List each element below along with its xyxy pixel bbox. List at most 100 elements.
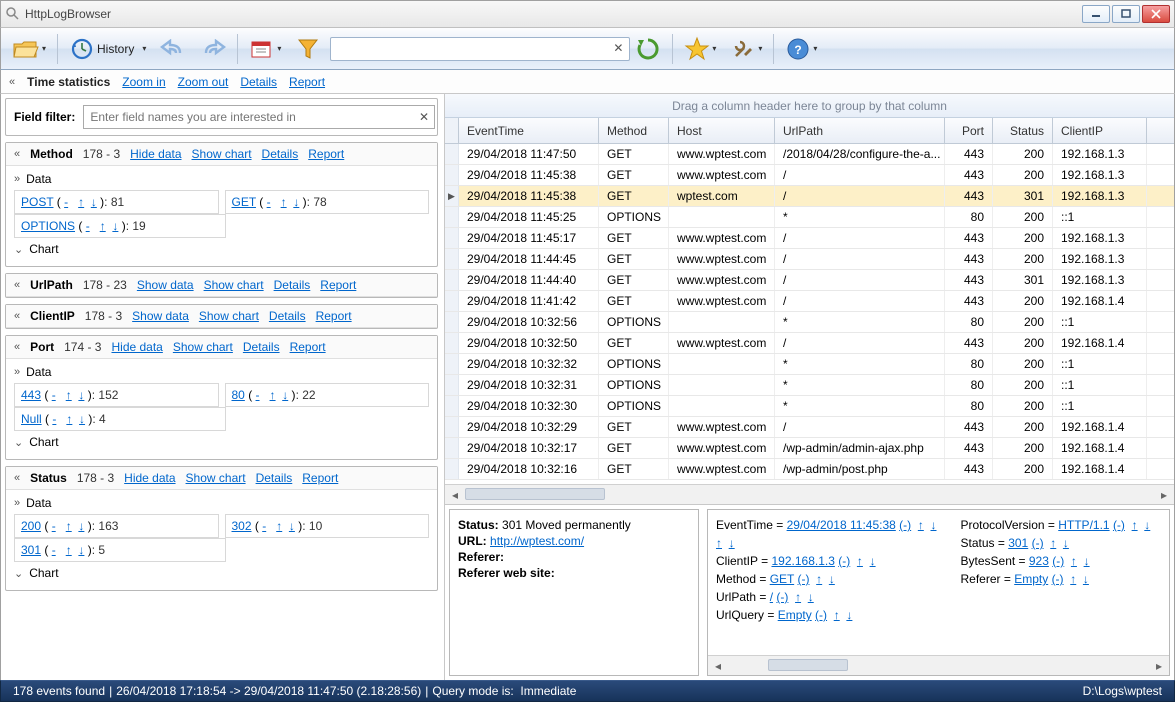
value-link[interactable]: 80 xyxy=(232,388,245,402)
table-row[interactable]: ▶ 29/04/2018 11:45:38 GET wptest.com / 4… xyxy=(445,186,1174,207)
table-row[interactable]: 29/04/2018 10:32:30 OPTIONS * 80 200 ::1 xyxy=(445,396,1174,417)
table-row[interactable]: 29/04/2018 11:41:42 GET www.wptest.com /… xyxy=(445,291,1174,312)
col-clientip[interactable]: ClientIP xyxy=(1053,118,1147,143)
table-row[interactable]: 29/04/2018 10:32:31 OPTIONS * 80 200 ::1 xyxy=(445,375,1174,396)
scroll-right-icon[interactable]: ▸ xyxy=(1156,487,1172,503)
minimize-button[interactable] xyxy=(1082,5,1110,23)
value-link[interactable]: 200 xyxy=(21,519,41,533)
collapse-icon[interactable]: « xyxy=(14,148,20,160)
table-row[interactable]: 29/04/2018 10:32:16 GET www.wptest.com /… xyxy=(445,459,1174,480)
cat-urlpath-details-link[interactable]: Details xyxy=(274,278,311,292)
open-button[interactable]: ▾ xyxy=(7,32,51,66)
redo-button[interactable] xyxy=(195,32,231,66)
expand-icon[interactable]: » xyxy=(14,366,20,378)
group-by-header[interactable]: Drag a column header here to group by th… xyxy=(445,94,1174,118)
close-button[interactable] xyxy=(1142,5,1170,23)
filter-button[interactable] xyxy=(290,32,326,66)
collapse-icon[interactable]: « xyxy=(14,341,20,353)
table-row[interactable]: 29/04/2018 10:32:50 GET www.wptest.com /… xyxy=(445,333,1174,354)
grid-hscroll[interactable]: ◂ ▸ xyxy=(445,484,1174,504)
zoom-out-link[interactable]: Zoom out xyxy=(178,75,229,89)
table-row[interactable]: 29/04/2018 11:45:17 GET www.wptest.com /… xyxy=(445,228,1174,249)
collapse-icon[interactable]: « xyxy=(9,76,15,88)
col-port[interactable]: Port xyxy=(945,118,993,143)
field-filter-input[interactable] xyxy=(83,105,435,129)
value-link[interactable]: 301 xyxy=(21,543,41,557)
col-eventtime[interactable]: EventTime xyxy=(459,118,599,143)
grid-body[interactable]: 29/04/2018 11:47:50 GET www.wptest.com /… xyxy=(445,144,1174,484)
cat-status-chart-link[interactable]: Show chart xyxy=(186,471,246,485)
cat-port-data-link[interactable]: Hide data xyxy=(111,340,162,354)
table-row[interactable]: 29/04/2018 11:44:40 GET www.wptest.com /… xyxy=(445,270,1174,291)
cat-clientip-report-link[interactable]: Report xyxy=(316,309,352,323)
detail-hscroll[interactable]: ◂ ▸ xyxy=(708,655,1169,675)
scroll-thumb[interactable] xyxy=(768,659,848,671)
table-row[interactable]: 29/04/2018 11:45:38 GET www.wptest.com /… xyxy=(445,165,1174,186)
report-link[interactable]: Report xyxy=(289,75,325,89)
detail-value-link[interactable]: HTTP/1.1 xyxy=(1058,518,1109,532)
undo-button[interactable] xyxy=(155,32,191,66)
cat-urlpath-report-link[interactable]: Report xyxy=(320,278,356,292)
value-link[interactable]: 443 xyxy=(21,388,41,402)
search-input[interactable] xyxy=(330,37,630,61)
value-link[interactable]: OPTIONS xyxy=(21,219,75,233)
value-link[interactable]: POST xyxy=(21,195,53,209)
cat-status-details-link[interactable]: Details xyxy=(256,471,293,485)
detail-value-link[interactable]: 301 xyxy=(1008,536,1028,550)
collapse-icon[interactable]: « xyxy=(14,472,20,484)
cat-method-data-link[interactable]: Hide data xyxy=(130,147,181,161)
col-urlpath[interactable]: UrlPath xyxy=(775,118,945,143)
col-status[interactable]: Status xyxy=(993,118,1053,143)
col-host[interactable]: Host xyxy=(669,118,775,143)
scroll-thumb[interactable] xyxy=(465,488,605,500)
cat-status-report-link[interactable]: Report xyxy=(302,471,338,485)
scroll-right-icon[interactable]: ▸ xyxy=(1151,658,1167,674)
detail-value-link[interactable]: 923 xyxy=(1029,554,1049,568)
table-row[interactable]: 29/04/2018 10:32:17 GET www.wptest.com /… xyxy=(445,438,1174,459)
clear-search-icon[interactable]: ✕ xyxy=(610,41,626,57)
collapse-icon[interactable]: « xyxy=(14,310,20,322)
help-button[interactable]: ? ▾ xyxy=(780,32,822,66)
cat-port-report-link[interactable]: Report xyxy=(290,340,326,354)
cat-clientip-chart-link[interactable]: Show chart xyxy=(199,309,259,323)
expand-icon[interactable]: ⌄ xyxy=(14,243,23,256)
col-method[interactable]: Method xyxy=(599,118,669,143)
expand-icon[interactable]: » xyxy=(14,173,20,185)
maximize-button[interactable] xyxy=(1112,5,1140,23)
expand-icon[interactable]: ⌄ xyxy=(14,436,23,449)
value-link[interactable]: 302 xyxy=(232,519,252,533)
cat-urlpath-data-link[interactable]: Show data xyxy=(137,278,194,292)
table-row[interactable]: 29/04/2018 10:32:32 OPTIONS * 80 200 ::1 xyxy=(445,354,1174,375)
clear-field-filter-icon[interactable]: ✕ xyxy=(419,110,429,124)
favorites-button[interactable]: ▾ xyxy=(679,32,721,66)
value-link[interactable]: Null xyxy=(21,412,42,426)
cat-method-details-link[interactable]: Details xyxy=(262,147,299,161)
table-row[interactable]: 29/04/2018 11:45:25 OPTIONS * 80 200 ::1 xyxy=(445,207,1174,228)
url-link[interactable]: http://wptest.com/ xyxy=(490,534,584,548)
value-link[interactable]: GET xyxy=(232,195,256,209)
detail-value-link[interactable]: 192.168.1.3 xyxy=(771,554,834,568)
collapse-icon[interactable]: « xyxy=(14,279,20,291)
cat-method-chart-link[interactable]: Show chart xyxy=(192,147,252,161)
cat-port-details-link[interactable]: Details xyxy=(243,340,280,354)
tools-button[interactable]: ▾ xyxy=(725,32,767,66)
cat-port-chart-link[interactable]: Show chart xyxy=(173,340,233,354)
detail-value-link[interactable]: Empty xyxy=(1014,572,1048,586)
table-row[interactable]: 29/04/2018 11:44:45 GET www.wptest.com /… xyxy=(445,249,1174,270)
detail-value-link[interactable]: GET xyxy=(770,572,794,586)
detail-value-link[interactable]: 29/04/2018 11:45:38 xyxy=(787,518,896,532)
cat-method-report-link[interactable]: Report xyxy=(308,147,344,161)
detail-value-link[interactable]: / xyxy=(770,590,773,604)
scroll-left-icon[interactable]: ◂ xyxy=(447,487,463,503)
cat-status-data-link[interactable]: Hide data xyxy=(124,471,175,485)
scroll-left-icon[interactable]: ◂ xyxy=(710,658,726,674)
details-link[interactable]: Details xyxy=(240,75,277,89)
refresh-button[interactable] xyxy=(630,32,666,66)
zoom-in-link[interactable]: Zoom in xyxy=(122,75,165,89)
table-row[interactable]: 29/04/2018 10:32:56 OPTIONS * 80 200 ::1 xyxy=(445,312,1174,333)
detail-value-link[interactable]: Empty xyxy=(778,608,812,622)
history-button[interactable]: History ▾ xyxy=(64,32,151,66)
cat-clientip-details-link[interactable]: Details xyxy=(269,309,306,323)
table-row[interactable]: 29/04/2018 10:32:29 GET www.wptest.com /… xyxy=(445,417,1174,438)
expand-icon[interactable]: » xyxy=(14,497,20,509)
